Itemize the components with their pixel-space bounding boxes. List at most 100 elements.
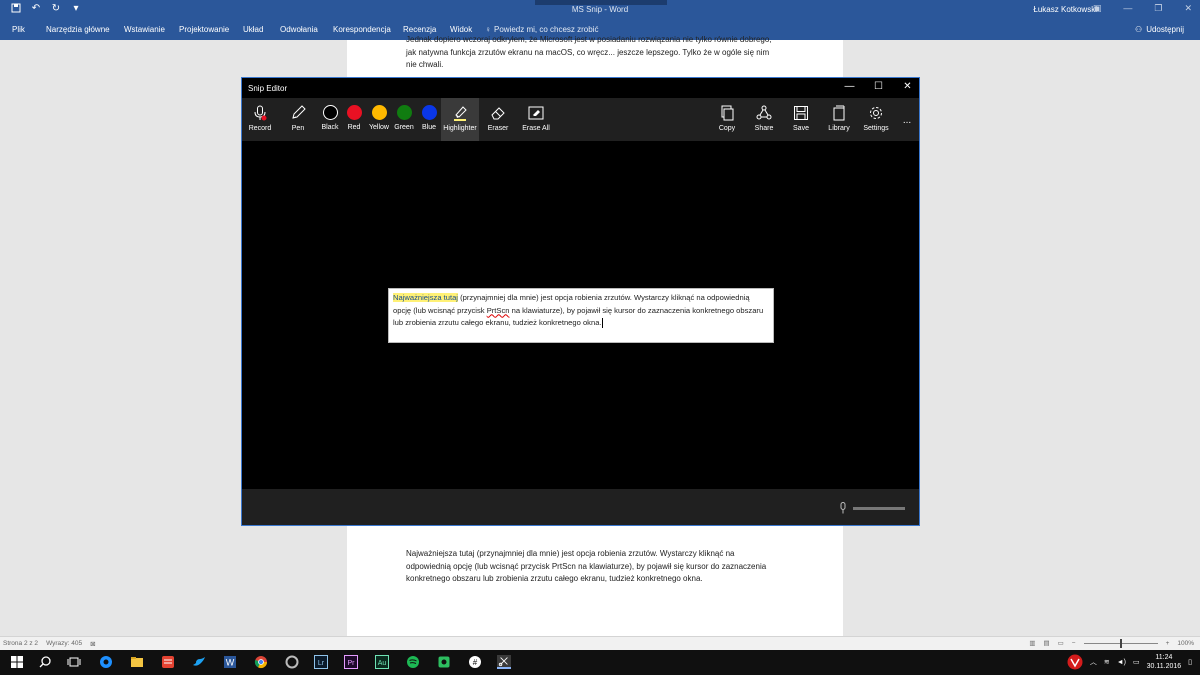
task-view-icon[interactable] — [67, 655, 81, 669]
tab-layout[interactable]: Układ — [243, 25, 263, 34]
zoom-out-icon[interactable]: − — [1072, 640, 1076, 647]
tell-me-box[interactable]: ♀ Powiedz mi, co chcesz zrobić — [485, 25, 598, 34]
eraser-icon — [491, 107, 505, 120]
volume-icon[interactable]: ◄) — [1117, 659, 1126, 666]
eraser-button[interactable]: Eraser — [484, 98, 512, 141]
save-label: Save — [793, 125, 809, 132]
search-icon[interactable] — [38, 655, 52, 669]
evernote-icon[interactable] — [437, 655, 451, 669]
user-name[interactable]: Łukasz Kotkowski — [1033, 5, 1097, 14]
zoom-thumb[interactable] — [1119, 638, 1122, 648]
action-center-icon[interactable]: ▯ — [1188, 658, 1192, 666]
keyboard-icon[interactable]: ▭ — [1133, 658, 1140, 666]
clock[interactable]: 11:24 30.11.2016 — [1147, 653, 1182, 671]
black-label: Black — [321, 124, 339, 131]
color-green-button[interactable]: Green — [393, 98, 415, 141]
captured-snip[interactable]: Najważniejsza tutaj (przynajmniej dla mn… — [388, 288, 774, 343]
proofing-icon[interactable]: ⊠ — [90, 640, 95, 648]
avatar[interactable] — [1067, 654, 1083, 670]
app-icon[interactable] — [285, 655, 299, 669]
snip-window-controls: — ☐ ✕ — [844, 81, 913, 92]
erase-all-button[interactable]: Erase All — [519, 98, 553, 141]
highlighter-icon — [454, 106, 467, 121]
word-icon[interactable]: W — [223, 655, 237, 669]
close-icon[interactable]: ✕ — [902, 81, 913, 92]
color-yellow-button[interactable]: Yellow — [367, 98, 391, 141]
snip-toolbar: Record Pen Black Red Yellow Green Blue H… — [242, 98, 919, 141]
eraser-label: Eraser — [487, 125, 509, 132]
pen-label: Pen — [291, 125, 305, 132]
page-counter[interactable]: Strona 2 z 2 — [3, 640, 38, 648]
zoom-level[interactable]: 100% — [1177, 640, 1194, 647]
maximize-icon[interactable]: ☐ — [873, 81, 884, 92]
web-layout-icon[interactable]: ▭ — [1058, 639, 1064, 647]
color-blue-button[interactable]: Blue — [419, 98, 439, 141]
print-layout-icon[interactable]: ▤ — [1043, 639, 1049, 647]
close-icon[interactable]: ✕ — [1184, 3, 1192, 14]
library-icon — [833, 105, 845, 121]
audio-level-bar — [853, 506, 905, 510]
share-button-snip[interactable]: Share — [752, 98, 776, 141]
tab-review[interactable]: Recenzja — [403, 25, 436, 34]
edge-icon[interactable] — [99, 655, 113, 669]
yellow-swatch — [371, 105, 387, 120]
window-title: MS Snip - Word — [571, 5, 629, 14]
copy-label: Copy — [718, 125, 736, 132]
snip-taskbar-icon[interactable] — [497, 655, 511, 669]
copy-button[interactable]: Copy — [716, 98, 738, 141]
share-button[interactable]: ⚇ Udostępnij — [1135, 25, 1184, 34]
spotify-icon[interactable] — [406, 655, 420, 669]
audition-icon[interactable]: Au — [375, 655, 389, 669]
highlighter-button[interactable]: Highlighter — [441, 98, 479, 141]
twitter-icon[interactable] — [192, 655, 206, 669]
tab-mailings[interactable]: Korespondencja — [333, 25, 391, 34]
slack-icon[interactable]: # — [468, 655, 482, 669]
settings-button[interactable]: Settings — [862, 98, 890, 141]
library-button[interactable]: Library — [826, 98, 852, 141]
wifi-icon[interactable]: ≋ — [1104, 658, 1110, 666]
save-icon — [794, 106, 808, 120]
tab-home[interactable]: Narzędzia główne — [46, 25, 110, 34]
ribbon-display-icon[interactable]: ▣ — [1093, 3, 1102, 14]
tab-references[interactable]: Odwołania — [280, 25, 318, 34]
blue-swatch — [421, 105, 437, 120]
copy-icon — [721, 105, 734, 121]
lightroom-icon[interactable]: Lr — [314, 655, 328, 669]
windows-start-icon[interactable] — [10, 655, 24, 669]
tab-view[interactable]: Widok — [450, 25, 472, 34]
snip-bottom-bar — [242, 489, 919, 525]
file-explorer-icon[interactable] — [130, 655, 144, 669]
save-button[interactable]: Save — [791, 98, 811, 141]
more-options-button[interactable]: ... — [898, 98, 916, 141]
text-caret — [601, 318, 603, 328]
premiere-icon[interactable]: Pr — [344, 655, 358, 669]
document-paragraph-top: Jednak dopiero wczoraj odkryłem, że Micr… — [406, 35, 772, 69]
todoist-icon[interactable] — [161, 655, 175, 669]
chevron-up-icon[interactable]: ︿ — [1090, 657, 1097, 667]
pen-button[interactable]: Pen — [286, 98, 310, 141]
restore-icon[interactable]: ❐ — [1154, 3, 1162, 14]
clock-date: 30.11.2016 — [1146, 663, 1182, 670]
tab-insert[interactable]: Wstawianie — [124, 25, 165, 34]
snip-title: Snip Editor — [248, 84, 288, 93]
minimize-icon[interactable]: — — [844, 81, 855, 92]
document-paragraph-bottom: Najważniejsza tutaj (przynajmniej dla mn… — [406, 549, 767, 583]
status-bar: Strona 2 z 2 Wyrazy: 405 ⊠ ▥ ▤ ▭ − + 100… — [0, 636, 1200, 650]
tab-design[interactable]: Projektowanie — [179, 25, 229, 34]
tab-file[interactable]: Plik — [12, 25, 25, 34]
minimize-icon[interactable]: — — [1123, 3, 1132, 14]
record-button[interactable]: Record — [247, 98, 273, 141]
color-black-button[interactable]: Black — [318, 98, 342, 141]
word-titlebar: ↶ ↻ ▾ MS Snip - Word Łukasz Kotkowski ▣ … — [0, 0, 1200, 20]
read-mode-icon[interactable]: ▥ — [1029, 639, 1035, 647]
word-counter[interactable]: Wyrazy: 405 — [46, 640, 82, 648]
chrome-icon[interactable] — [254, 655, 268, 669]
zoom-in-icon[interactable]: + — [1166, 640, 1170, 647]
captured-prtscn: PrtScn — [486, 305, 510, 315]
yellow-label: Yellow — [369, 124, 389, 131]
red-swatch — [346, 105, 362, 120]
color-red-button[interactable]: Red — [344, 98, 364, 141]
snip-editor-window: Snip Editor — ☐ ✕ Record Pen Black Red Y… — [241, 77, 920, 526]
zoom-slider[interactable] — [1083, 638, 1158, 648]
system-tray: ︿ ≋ ◄) ▭ 11:24 30.11.2016 ▯ — [1067, 653, 1192, 671]
